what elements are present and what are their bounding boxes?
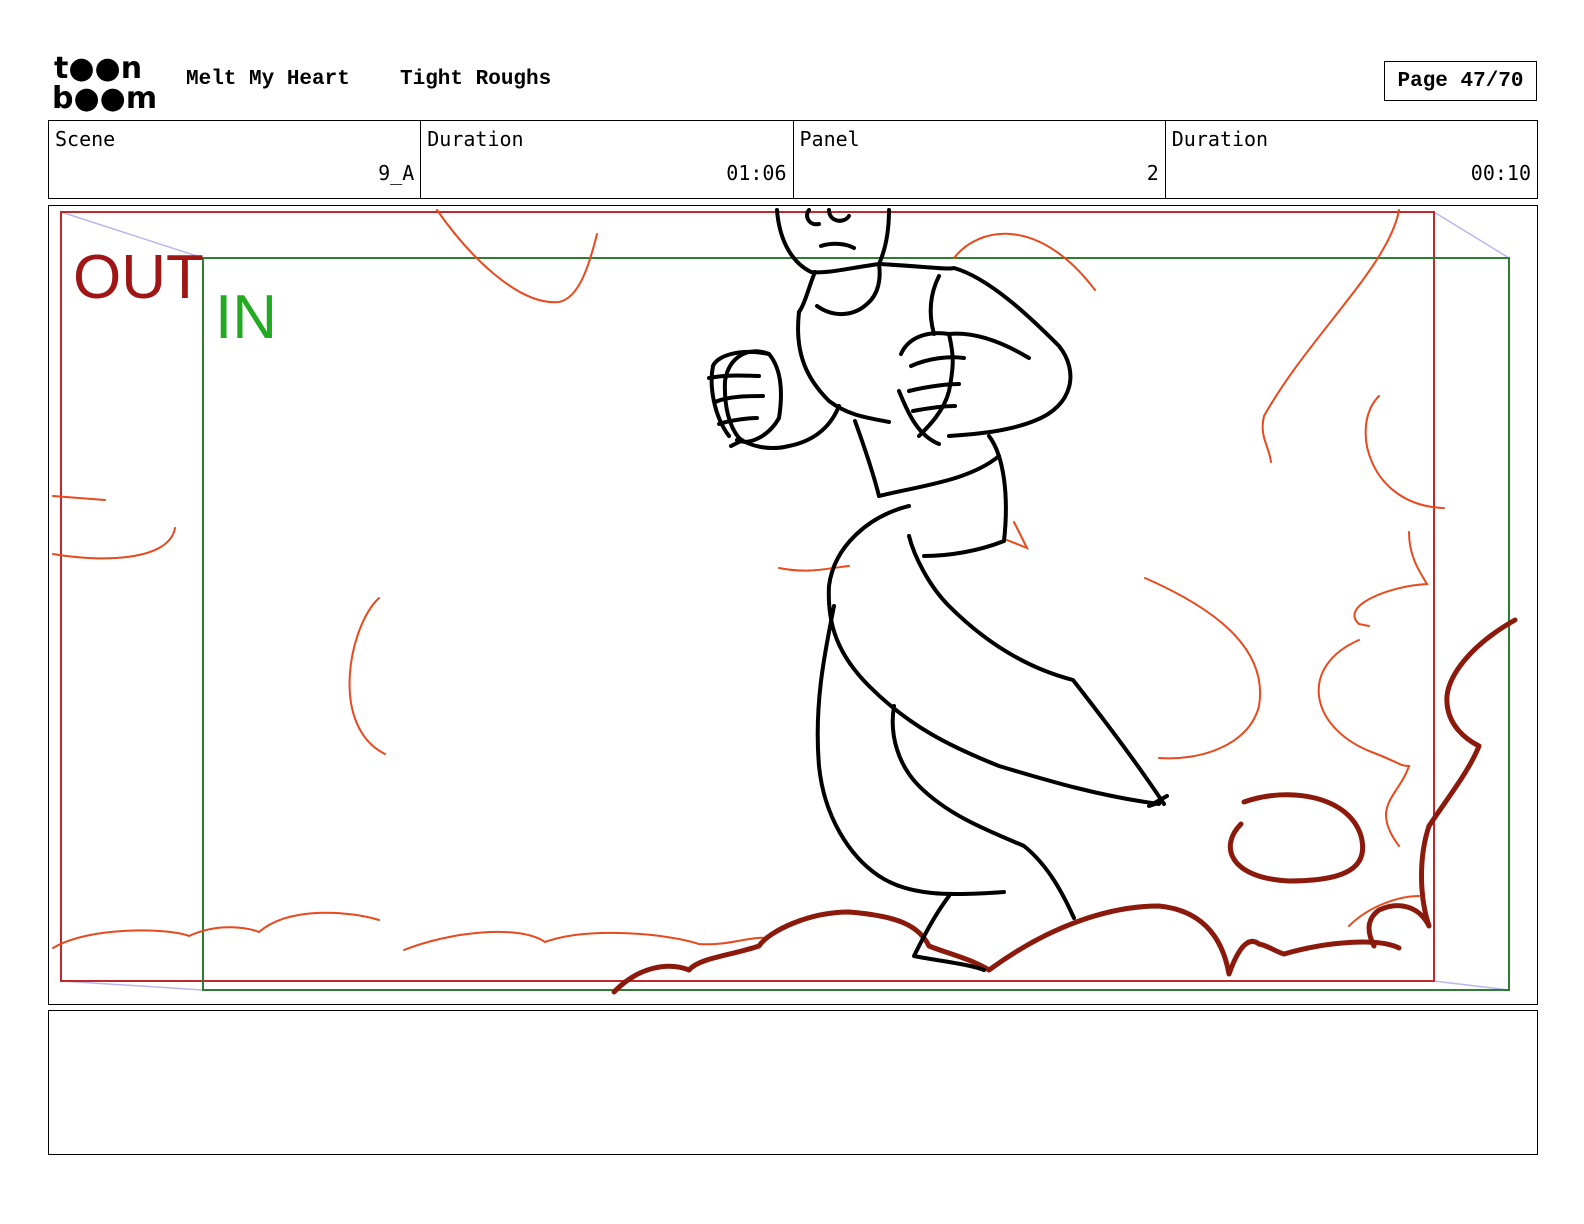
scene-duration-label: Duration	[427, 127, 524, 151]
page-indicator: Page 47/70	[1384, 61, 1537, 101]
scene-cell: Scene 9_A	[49, 121, 422, 198]
panel-drawing: OUT IN	[52, 208, 1518, 995]
in-label: IN	[215, 283, 277, 352]
panel-duration-cell: Duration 00:10	[1166, 121, 1537, 198]
camera-guides	[60, 211, 1510, 991]
panel-notes-box	[48, 1010, 1538, 1155]
out-label: OUT	[73, 243, 204, 312]
panel-duration-value: 00:10	[1470, 161, 1531, 185]
character-drawing	[707, 208, 1169, 972]
scene-duration-cell: Duration 01:06	[421, 121, 794, 198]
panel-label: Panel	[799, 127, 860, 151]
panel-cell: Panel 2	[794, 121, 1166, 198]
scene-duration-value: 01:06	[726, 161, 787, 185]
toonboom-logo: t●●n b●●m	[52, 50, 164, 116]
panel-image-frame: OUT IN	[48, 205, 1538, 1005]
project-title: Melt My Heart	[186, 68, 350, 91]
stage-title: Tight Roughs	[400, 68, 552, 91]
panel-value: 2	[1146, 161, 1159, 185]
panel-duration-label: Duration	[1171, 127, 1269, 151]
scene-value: 9_A	[378, 161, 415, 185]
logo-bottom-text: b●●m	[52, 81, 157, 112]
scene-info-table: Scene 9_A Duration 01:06 Panel 2 Duratio…	[48, 120, 1538, 199]
scene-label: Scene	[55, 127, 116, 151]
